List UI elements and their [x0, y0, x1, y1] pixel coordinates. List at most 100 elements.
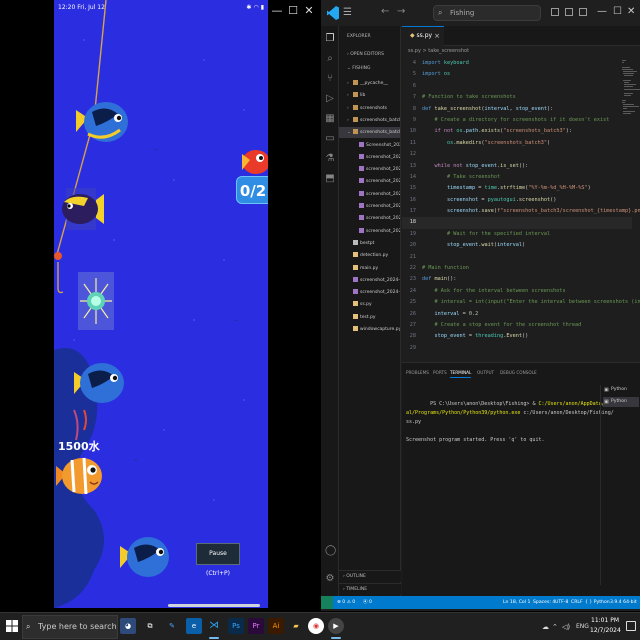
terminal-instance[interactable]: Python	[603, 385, 639, 395]
code-line[interactable]: 14 # Take screenshot	[402, 172, 632, 183]
code-line[interactable]: 21	[402, 252, 632, 263]
code-line[interactable]: 24 # Ask for the interval between screen…	[402, 286, 632, 297]
explorer-icon[interactable]: ❐	[325, 34, 335, 44]
code-line[interactable]: 20 stop_event.wait(interval)	[402, 240, 632, 251]
tree-item[interactable]: screenshot_2024-07...	[339, 189, 400, 200]
tab-ss-py[interactable]: ◆ ss.py ×	[402, 26, 444, 46]
code-line[interactable]: 26 interval = 0.2	[402, 309, 632, 320]
settings-gear-icon[interactable]: ⚙	[325, 574, 335, 584]
toggle-panel-icon[interactable]	[565, 8, 573, 16]
open-editors-section[interactable]: › OPEN EDITORS	[347, 52, 384, 57]
fishing-game-screen[interactable]: 12:20 Fri, Jul 12 ✱ ◠ ▮ 0/2 1500水 Pause …	[54, 0, 268, 608]
panel-tab-debug-console[interactable]: DEBUG CONSOLE	[500, 370, 537, 375]
language-mode[interactable]: { } Python	[585, 596, 610, 609]
code-line[interactable]: 23 def main():	[402, 274, 632, 285]
minimap[interactable]	[622, 60, 640, 360]
maximize-icon[interactable]: ☐	[613, 6, 622, 17]
terminal-output[interactable]: PS C:\Users\anon\Desktop\Fishing> & C:/U…	[406, 391, 614, 454]
sparkle-bubble[interactable]	[78, 272, 114, 330]
notification-icon[interactable]	[626, 621, 636, 631]
volume-icon[interactable]: ◁)	[562, 613, 570, 640]
tree-item[interactable]: › lib	[339, 90, 400, 101]
tree-item[interactable]: ⌄ screenshots_batch3	[339, 127, 400, 139]
breadcrumb[interactable]: ss.py > take_screenshot	[408, 48, 469, 54]
blue-tang-fish[interactable]	[74, 96, 130, 148]
back-arrow-icon[interactable]: ←	[381, 6, 389, 17]
fishing-folder[interactable]: ⌄ FISHING	[347, 66, 371, 71]
blue-tang-fish-3[interactable]	[118, 532, 170, 582]
tray-chevron-icon[interactable]: ⌃	[552, 613, 558, 640]
code-line[interactable]: 15 timestamp = time.strftime("%Y-%m-%d_%…	[402, 183, 632, 194]
toggle-sidebar-icon[interactable]	[551, 8, 559, 16]
search-icon[interactable]: ⌕	[325, 54, 335, 64]
media-player-icon[interactable]: ▶	[328, 618, 344, 634]
tree-item[interactable]: › screenshots_batch2	[339, 115, 400, 126]
blue-tang-fish-2[interactable]	[72, 358, 126, 408]
tree-item[interactable]: screenshot_2024-07...	[339, 164, 400, 175]
photoshop-icon[interactable]: Ps	[228, 618, 244, 634]
code-line[interactable]: 29	[402, 343, 632, 354]
purple-fish[interactable]	[58, 188, 104, 230]
tree-item[interactable]: windowcapture.py	[339, 324, 400, 335]
ports-status[interactable]: ⦿ 0	[363, 596, 372, 609]
language-indicator[interactable]: ENG	[576, 613, 589, 640]
task-view-icon[interactable]: ⧉	[142, 618, 158, 634]
tree-item[interactable]: Screenshot_2024-07...	[339, 140, 400, 151]
code-line[interactable]: 12	[402, 149, 632, 160]
run-debug-icon[interactable]: ▷	[325, 94, 335, 104]
code-line[interactable]: 10 if not os.path.exists("screenshots_ba…	[402, 126, 632, 137]
cursor-position[interactable]: Ln 18, Col 1	[503, 596, 530, 609]
code-line[interactable]: 4 import keyboard	[402, 58, 632, 69]
weather-icon[interactable]: ☁	[542, 613, 549, 640]
testing-icon[interactable]: ⚗	[325, 154, 335, 164]
tree-item[interactable]: main.py	[339, 263, 400, 274]
encoding[interactable]: UTF-8	[555, 596, 568, 609]
problems-status[interactable]: ⊗ 0 ⚠ 0	[337, 596, 355, 609]
tree-item[interactable]: test.py	[339, 312, 400, 323]
code-line[interactable]: 19 # Wait for the specified interval	[402, 229, 632, 240]
indentation[interactable]: Spaces: 4	[533, 596, 555, 609]
docker-icon[interactable]: ⬒	[325, 174, 335, 184]
tree-item[interactable]: screenshot_2024-07...	[339, 152, 400, 163]
windows-start-icon[interactable]	[6, 620, 18, 632]
code-line[interactable]: 17 screenshot.save(f"screenshots_batch3/…	[402, 206, 640, 217]
code-line[interactable]: 11 os.makedirs("screenshots_batch3")	[402, 138, 632, 149]
tree-item[interactable]: screenshot_2024-07...	[339, 201, 400, 212]
tree-item[interactable]: screenshot_2024-06-...	[339, 287, 400, 298]
pen-icon[interactable]: ✎	[164, 618, 180, 634]
tree-item[interactable]: ss.py	[339, 299, 400, 310]
extensions-icon[interactable]: ▦	[325, 114, 335, 124]
code-line[interactable]: 22 # Main function	[402, 263, 632, 274]
code-line[interactable]: 28 stop_event = threading.Event()	[402, 331, 632, 342]
code-line[interactable]: 13 while not stop_event.is_set():	[402, 161, 632, 172]
taskbar-search[interactable]: ⌕ Type here to search	[22, 615, 118, 639]
tree-item[interactable]: screenshot_2024-07...	[339, 213, 400, 224]
chrome-icon[interactable]: ◉	[308, 618, 324, 634]
code-line[interactable]: 16 screenshot = pyautogui.screenshot()	[402, 195, 632, 206]
tree-item[interactable]: screenshot_2024-07...	[339, 176, 400, 187]
panel-tab-terminal[interactable]: TERMINAL	[450, 370, 472, 378]
tree-item[interactable]: screenshot_2024-06-...	[339, 275, 400, 286]
file-explorer-icon[interactable]: ▰	[288, 618, 304, 634]
close-tab-icon[interactable]: ×	[434, 27, 440, 45]
clown-fish[interactable]	[56, 452, 104, 502]
command-center-search[interactable]: ⌕ Fishing	[433, 5, 541, 21]
remote-explorer-icon[interactable]: ▭	[325, 134, 335, 144]
code-lines[interactable]: 4 import keyboard 5 import os 6 7 # Function t…	[402, 58, 640, 354]
code-line[interactable]: 27 # Create a stop event for the screens…	[402, 320, 632, 331]
code-line[interactable]: 25 # interval = int(input("Enter the int…	[402, 297, 640, 308]
remote-indicator-icon[interactable]	[321, 596, 333, 609]
tree-item[interactable]: bestpt	[339, 238, 400, 249]
taskbar-clock[interactable]: 11:01 PM 12/7/2024	[590, 616, 621, 636]
tree-item[interactable]: screenshot_2024-07...	[339, 226, 400, 237]
illustrator-icon[interactable]: Ai	[268, 618, 284, 634]
menu-icon[interactable]: ☰	[343, 7, 352, 18]
code-line[interactable]: 18	[402, 217, 632, 229]
minimize-icon[interactable]: —	[597, 6, 607, 17]
maximize-icon[interactable]: ☐	[286, 4, 300, 18]
code-editor[interactable]: ◆ ss.py × ss.py > take_screenshot 4 impor…	[402, 26, 640, 361]
tree-item[interactable]: › __pycache__	[339, 78, 400, 89]
phone-home-bar[interactable]	[168, 604, 260, 607]
code-line[interactable]: 9 # Create a directory for screenshots i…	[402, 115, 632, 126]
source-control-icon[interactable]: ⑂	[325, 74, 335, 84]
